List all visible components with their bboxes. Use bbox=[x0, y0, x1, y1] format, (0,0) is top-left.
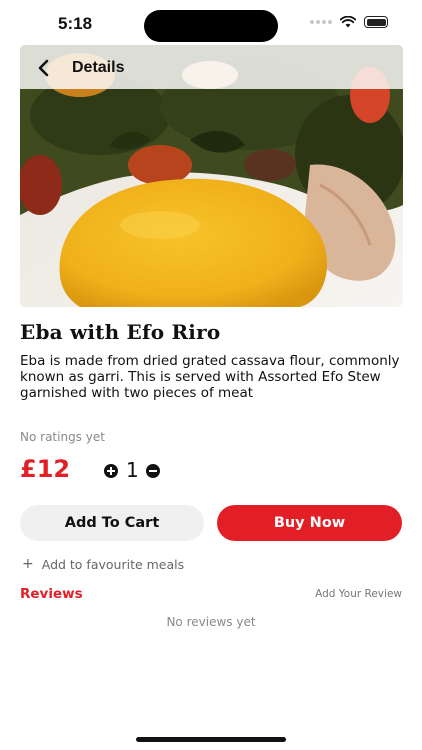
dynamic-island bbox=[144, 10, 278, 42]
battery-icon bbox=[364, 16, 388, 28]
status-time: 5:18 bbox=[58, 14, 93, 33]
quantity-decrease-button[interactable] bbox=[146, 464, 160, 478]
wifi-icon bbox=[340, 16, 356, 28]
dish-description: Eba is made from dried grated cassava fl… bbox=[20, 353, 400, 401]
back-button[interactable] bbox=[34, 57, 54, 79]
ratings-status: No ratings yet bbox=[20, 430, 105, 444]
buy-now-button[interactable]: Buy Now bbox=[217, 505, 402, 541]
add-review-link[interactable]: Add Your Review bbox=[315, 588, 402, 600]
add-to-favourites-label: Add to favourite meals bbox=[41, 556, 185, 572]
quantity-increase-button[interactable] bbox=[104, 464, 118, 478]
top-navigation-bar: Details bbox=[20, 45, 403, 89]
reviews-empty-state: No reviews yet bbox=[166, 615, 256, 629]
product-details-screen: 5:18 Details Eba with Efo Riro Eba is ma… bbox=[0, 0, 422, 750]
plus-icon: + bbox=[22, 556, 34, 572]
status-bar: 5:18 bbox=[0, 0, 422, 48]
reviews-heading: Reviews bbox=[20, 586, 83, 602]
add-to-cart-button[interactable]: Add To Cart bbox=[20, 505, 204, 541]
page-title: Details bbox=[72, 59, 125, 76]
status-icons bbox=[310, 16, 388, 28]
cellular-signal-icon bbox=[310, 20, 332, 24]
quantity-value: 1 bbox=[126, 458, 139, 482]
dish-price: £12 bbox=[20, 455, 71, 483]
add-to-favourites-button[interactable]: + Add to favourite meals bbox=[22, 556, 184, 572]
home-indicator[interactable] bbox=[136, 737, 286, 742]
dish-title: Eba with Efo Riro bbox=[20, 320, 221, 344]
chevron-left-icon bbox=[38, 59, 49, 77]
